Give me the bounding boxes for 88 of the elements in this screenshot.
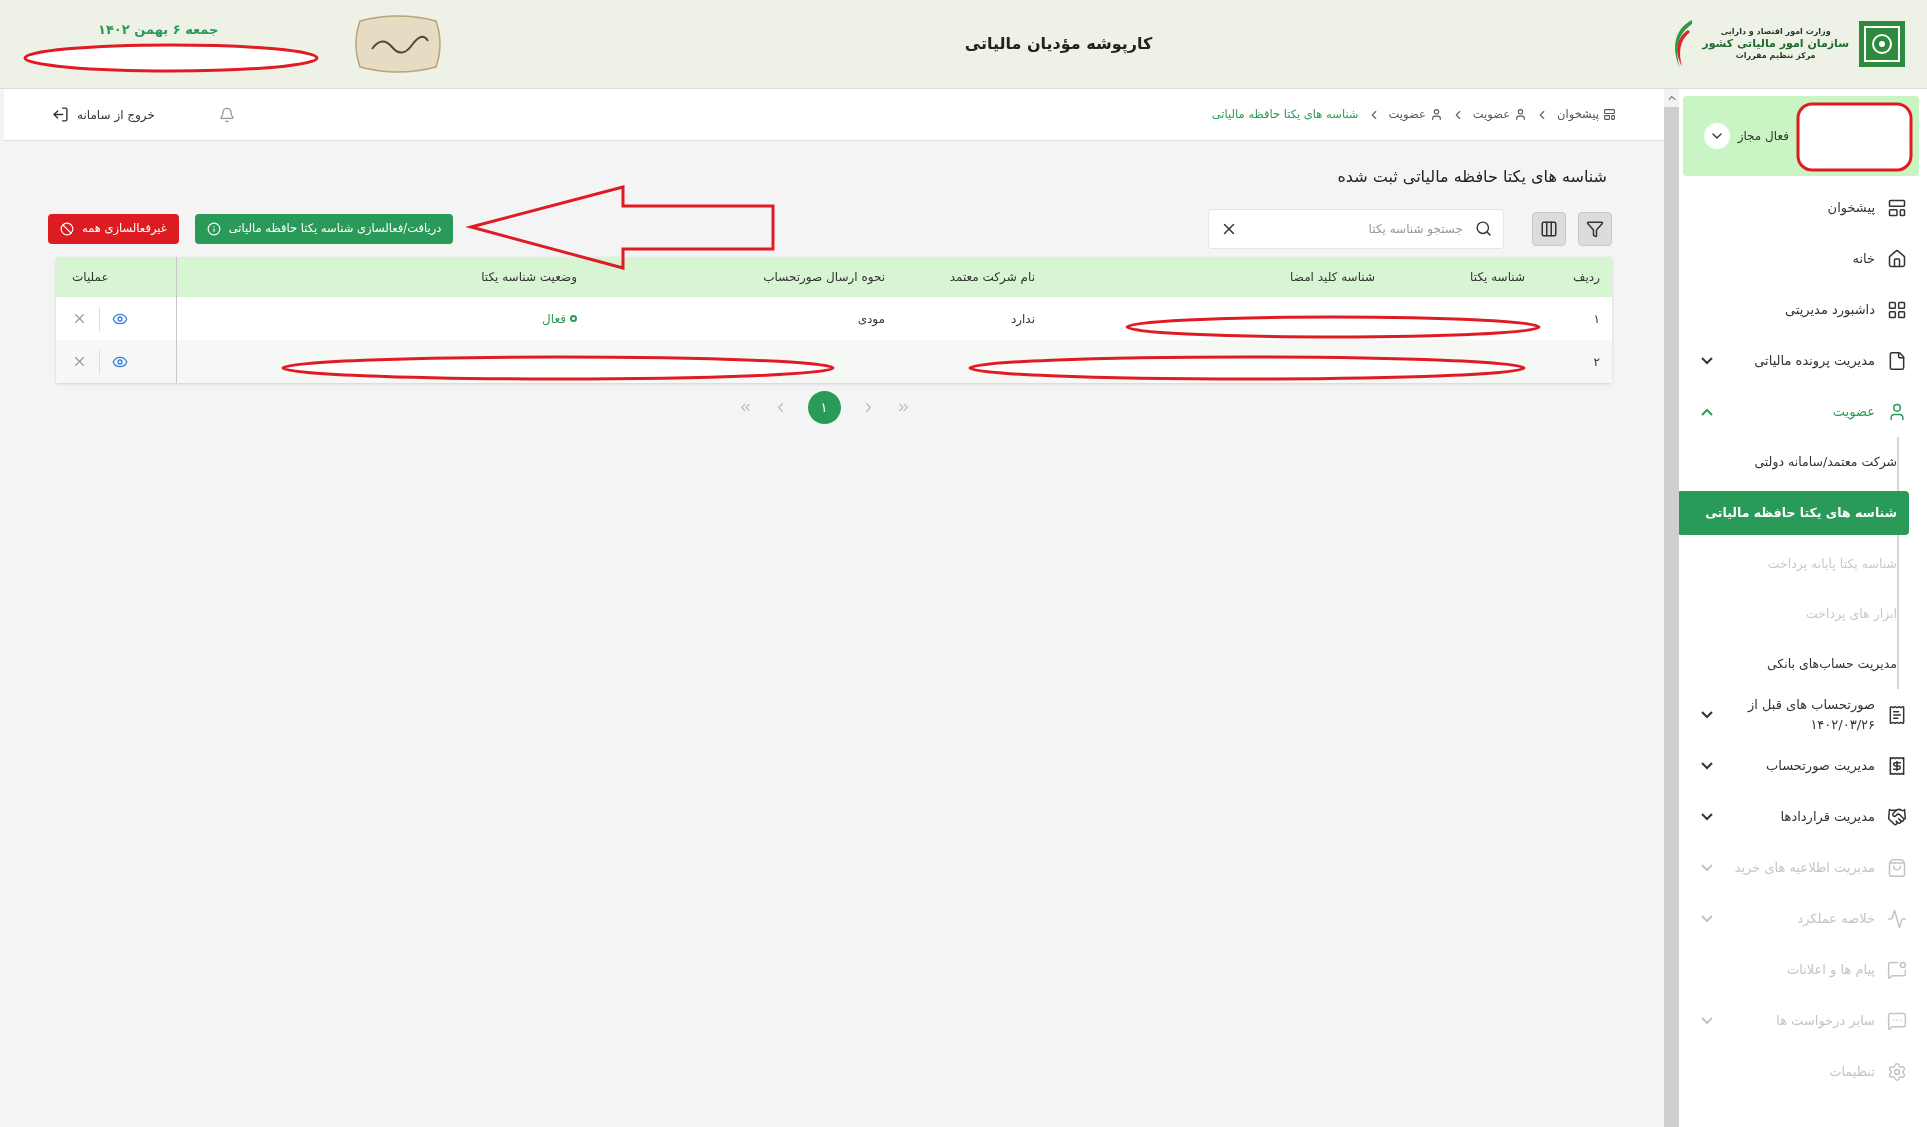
user-menu-button[interactable] <box>1703 123 1730 149</box>
sidebar-item-label: صورتحساب های قبل از ۱۴۰۲/۰۳/۲۶ <box>1746 696 1875 734</box>
user-icon <box>1514 108 1528 121</box>
sidebar-item-label: عضویت <box>1831 402 1875 422</box>
submenu-item[interactable]: شرکت معتمد/سامانه دولتی <box>1677 441 1909 483</box>
emblem-icon <box>1857 19 1907 69</box>
sidebar-item[interactable]: مدیریت قراردادها <box>1683 791 1919 842</box>
breadcrumb-link[interactable]: عضویت <box>1388 105 1443 124</box>
app-title: کارپوشه مؤدیان مالیاتی <box>964 33 1153 55</box>
columns-icon <box>1540 220 1558 238</box>
submenu-item[interactable]: شناسه های یکتا حافظه مالیاتی <box>1677 491 1909 535</box>
column-header: نحوه ارسال صورتحساب <box>762 269 886 287</box>
info-icon <box>206 222 221 236</box>
column-header: نام شرکت معتمد <box>948 269 1036 286</box>
sidebar-item-label: مدیریت قراردادها <box>1779 807 1875 827</box>
message-icon <box>1887 959 1907 980</box>
chevron-down-icon <box>1701 863 1713 872</box>
breadcrumb-link[interactable]: شناسه های یکتا حافظه مالیاتی <box>1211 105 1359 124</box>
sidebar-item[interactable]: داشبورد مدیریتی <box>1683 284 1919 335</box>
user-icon <box>1887 401 1907 422</box>
chevron-down-icon <box>1701 812 1713 821</box>
sidebar-item[interactable]: صورتحساب های قبل از ۱۴۰۲/۰۳/۲۶ <box>1683 689 1919 740</box>
filter-icon <box>1586 220 1604 238</box>
search-field[interactable]: جستجو شناسه یکتا <box>1208 209 1504 249</box>
chevron-down-icon <box>1701 1016 1713 1025</box>
sidebar-item[interactable]: پیشخوان <box>1683 182 1919 233</box>
delete-icon[interactable] <box>72 354 87 369</box>
sidebar-item[interactable]: مدیریت پرونده مالیاتی <box>1683 335 1919 386</box>
dashboard-icon <box>1887 197 1907 218</box>
breadcrumb-link[interactable]: عضویت <box>1472 105 1528 124</box>
handshake-icon <box>1887 806 1907 827</box>
logout-icon <box>52 106 69 123</box>
chevron-down-icon <box>1701 761 1713 770</box>
chevron-up-icon <box>1701 407 1713 416</box>
page-button[interactable]: ۱ <box>807 391 841 424</box>
search-icon <box>1475 220 1492 237</box>
sidebar-item[interactable]: خانه <box>1683 233 1919 284</box>
sidebar-item-label: تنظیمات <box>1828 1062 1875 1081</box>
logo-text: وزارت امور اقتصاد و دارایی <box>1720 27 1831 38</box>
user-icon <box>1429 108 1443 121</box>
sidebar-item-label: پیشخوان <box>1826 198 1875 218</box>
home-icon <box>1887 248 1907 269</box>
column-header: شناسه کلید امضا <box>1289 269 1376 286</box>
sidebar-item-label: خانه <box>1851 249 1875 268</box>
sidebar-item[interactable]: مدیریت صورتحساب <box>1683 740 1919 791</box>
sidebar-item-label: سایر درخواست ها <box>1775 1011 1875 1031</box>
chevron-down-icon <box>1701 710 1713 719</box>
breadcrumb-link[interactable]: پیشخوان <box>1557 105 1616 124</box>
sidebar-item-label: پیام ها و اعلانات <box>1786 960 1875 980</box>
filter-button[interactable] <box>1578 212 1612 246</box>
sidebar-item-label: مدیریت صورتحساب <box>1765 756 1875 776</box>
bag-icon <box>1887 857 1907 878</box>
page-title: شناسه های یکتا حافظه مالیاتی ثبت شده <box>1336 166 1607 188</box>
message-dots-icon <box>1887 1010 1907 1031</box>
sidebar-item-label: داشبورد مدیریتی <box>1783 300 1875 320</box>
column-header: وضعیت شناسه یکتا <box>480 269 578 286</box>
settings-icon <box>1887 1061 1907 1082</box>
receipt-icon <box>1887 755 1907 776</box>
grid-icon <box>1887 299 1907 320</box>
deactivate-all-button[interactable]: غیرفعالسازی همه <box>48 214 179 244</box>
receipt-icon <box>1887 704 1907 725</box>
logo-text: سازمان امور مالیاتی کشور <box>1702 37 1849 51</box>
submenu-item[interactable]: مدیریت حساب‌های بانکی <box>1677 643 1909 685</box>
chevron-down-icon <box>1701 914 1713 923</box>
column-header: شناسه یکتا <box>1469 269 1526 286</box>
table-cell-text: مودی <box>857 310 885 328</box>
sidebar-item-label: مدیریت پرونده مالیاتی <box>1753 351 1875 371</box>
column-header: ردیف <box>1572 269 1601 286</box>
sidebar-item[interactable]: عضویت <box>1683 386 1919 437</box>
user-status: فعال مجاز <box>1737 128 1789 145</box>
status-text: فعال <box>542 309 577 328</box>
activate-button[interactable]: دریافت/فعالسازی شناسه یکتا حافظه مالیاتی <box>194 214 454 244</box>
date-text: جمعه ۶ بهمن ۱۴۰۲ <box>98 21 219 40</box>
table-cell-text: ۱ <box>1593 310 1600 328</box>
columns-button[interactable] <box>1532 212 1566 246</box>
logo-text: مرکز تنظیم مقررات <box>1735 50 1816 61</box>
dashboard-icon <box>1603 108 1616 121</box>
file-icon <box>1887 350 1907 371</box>
logout-button[interactable]: خروج از سامانه <box>52 105 155 124</box>
chevron-down-icon <box>1701 356 1713 365</box>
chart-line-icon <box>1887 908 1907 929</box>
ban-icon <box>60 222 74 236</box>
sidebar-item-label: مدیریت اطلاعیه های خرید <box>1733 858 1875 878</box>
table-cell-text: ندارد <box>1010 310 1035 328</box>
table-cell-text: ۲ <box>1593 353 1600 371</box>
sidebar-item-label: خلاصه عملکرد <box>1796 909 1875 928</box>
delete-icon[interactable] <box>72 311 87 326</box>
bell-icon[interactable] <box>218 106 235 123</box>
